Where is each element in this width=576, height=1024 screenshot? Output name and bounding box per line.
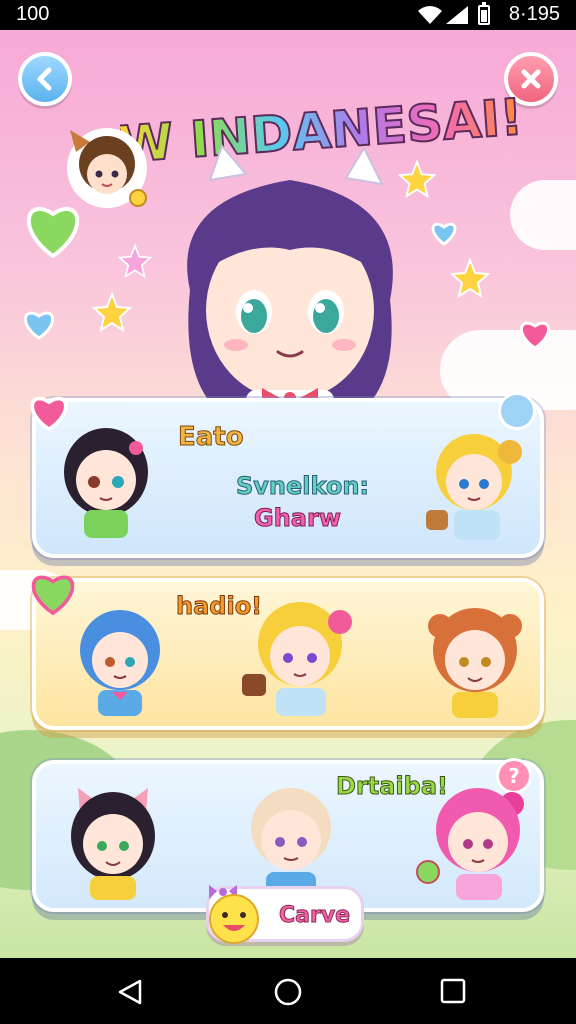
heart-icon <box>26 206 80 258</box>
close-icon <box>521 69 541 89</box>
signal-icon <box>446 6 468 24</box>
chibi-character-auburn-hair <box>428 608 522 718</box>
heart-icon <box>431 222 457 246</box>
battery-icon <box>478 2 490 25</box>
chibi-character-blonde <box>426 434 522 540</box>
hero-character-illustration <box>187 144 393 430</box>
menu-panel-2[interactable]: hadio! <box>31 575 544 730</box>
panel-1-heading: Eato <box>178 422 245 453</box>
smiley-face-icon <box>209 885 259 944</box>
chibi-character-blue-hair <box>80 610 160 716</box>
heart-icon <box>520 321 550 350</box>
chibi-character-cat-ears <box>71 788 155 900</box>
chibi-character-pink-hair <box>416 788 524 900</box>
home-circle-icon[interactable] <box>274 978 302 1006</box>
chibi-character-yellow-hair <box>242 602 352 716</box>
cloud-decoration <box>510 180 576 250</box>
status-bar: 100 8·195 <box>0 0 576 30</box>
back-triangle-icon[interactable] <box>116 978 144 1006</box>
carve-button[interactable]: Carve <box>206 885 364 944</box>
status-clock: 8·195 <box>508 3 560 25</box>
panel-1-subtitle-line2: Gharw <box>254 504 342 533</box>
star-icon <box>118 244 152 278</box>
recents-square-icon[interactable] <box>440 978 466 1004</box>
cloud-icon[interactable] <box>498 392 536 430</box>
back-button[interactable] <box>18 52 72 106</box>
wifi-icon <box>418 6 442 24</box>
chevron-left-icon <box>37 67 52 91</box>
carve-button-label: Carve <box>278 903 351 929</box>
game-screen: W INDANESAI! Eato Svnelkon: Gharw hadio!… <box>0 30 576 958</box>
chibi-mascot-icon <box>67 128 147 208</box>
menu-panel-1[interactable]: Eato Svnelkon: Gharw <box>30 392 544 558</box>
panel-1-subtitle-line1: Svnelkon: <box>235 472 370 501</box>
status-time: 100 <box>16 3 50 25</box>
chibi-character-dark-hair <box>64 428 148 538</box>
system-nav-bar <box>0 958 576 1024</box>
star-icon <box>92 292 132 332</box>
star-icon <box>450 258 490 298</box>
heart-icon <box>24 311 54 340</box>
